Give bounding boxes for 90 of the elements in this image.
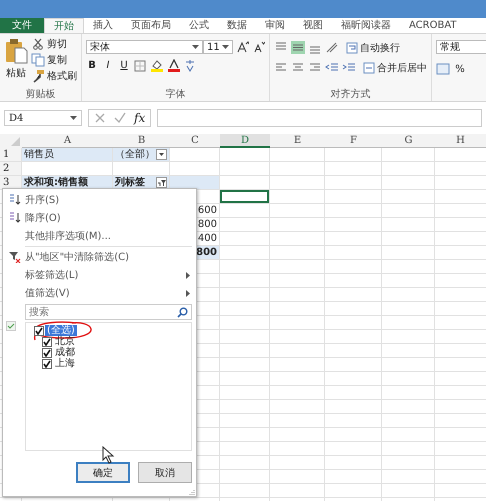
- filter-option[interactable]: 上海: [53, 358, 77, 369]
- insert-function-button[interactable]: fx: [134, 111, 146, 125]
- ok-button[interactable]: 确定: [76, 462, 130, 483]
- merge-center-button[interactable]: 合并后居中: [363, 60, 427, 75]
- scissors-icon: [33, 38, 43, 50]
- cut-button[interactable]: 剪切: [31, 36, 77, 51]
- fill-bucket-icon[interactable]: [150, 59, 164, 72]
- column-header[interactable]: G: [382, 134, 435, 148]
- search-icon: [177, 307, 188, 318]
- number-format-dropdown[interactable]: 常规: [436, 40, 486, 54]
- checkbox[interactable]: [42, 348, 52, 358]
- filter-option[interactable]: 北京: [53, 336, 77, 347]
- borders-icon[interactable]: [134, 60, 146, 72]
- middle-align-icon[interactable]: [291, 41, 305, 54]
- column-header[interactable]: C: [170, 134, 220, 148]
- menu-item[interactable]: 标签筛选(L): [3, 266, 192, 284]
- column-header[interactable]: B: [113, 134, 170, 148]
- merge-icon: [363, 62, 375, 74]
- row-header[interactable]: 1: [0, 148, 21, 161]
- column-header[interactable]: A: [22, 134, 113, 148]
- row-header[interactable]: 2: [0, 162, 21, 175]
- ribbon-tab[interactable]: ACROBAT: [400, 18, 466, 33]
- menu-item[interactable]: 降序(O): [3, 209, 192, 227]
- column-header[interactable]: F: [325, 134, 382, 148]
- table-cell-text: 400: [196, 232, 218, 245]
- grow-font-icon[interactable]: [237, 41, 249, 53]
- dropdown-button-icon[interactable]: [156, 149, 167, 160]
- menu-item[interactable]: 值筛选(V): [3, 284, 192, 302]
- pivot-filter-cell[interactable]: （全部）: [113, 148, 169, 161]
- copy-icon: [31, 52, 45, 66]
- checkbox[interactable]: [42, 358, 52, 368]
- ribbon-tab[interactable]: 公式: [180, 18, 218, 33]
- group-label: 对齐方式: [330, 88, 372, 101]
- column-header[interactable]: D: [220, 134, 270, 148]
- paste-button[interactable]: 粘贴: [4, 36, 28, 88]
- clear-filter-icon: [8, 251, 20, 263]
- group-label: 字体: [164, 88, 186, 101]
- menu-item[interactable]: 升序(S): [3, 191, 192, 209]
- ribbon-tab[interactable]: 数据: [218, 18, 256, 33]
- caret-icon: [192, 45, 199, 49]
- filter-option[interactable]: (全选): [45, 325, 77, 336]
- ribbon-tab[interactable]: 视图: [294, 18, 332, 33]
- font-name-dropdown[interactable]: 宋体: [86, 40, 203, 54]
- clipboard-icon: [4, 38, 28, 64]
- table-cell-text: 600: [196, 204, 218, 217]
- check-icon: [6, 321, 16, 331]
- format-painter-button[interactable]: 格式刷: [31, 68, 77, 83]
- caret-icon: [222, 45, 229, 49]
- shrink-font-icon[interactable]: [253, 41, 265, 53]
- orientation-icon[interactable]: [325, 41, 339, 54]
- menu-item[interactable]: 其他排序选项(M)...: [3, 227, 192, 245]
- row-header[interactable]: 3: [0, 176, 21, 189]
- wrap-text-button[interactable]: 自动换行: [346, 40, 400, 55]
- ribbon-tab[interactable]: 插入: [84, 18, 122, 33]
- ribbon-tab[interactable]: 页面布局: [122, 18, 180, 33]
- caret-icon: [70, 116, 77, 120]
- bold-button[interactable]: B: [86, 60, 98, 71]
- wrap-icon: [346, 42, 358, 54]
- name-box[interactable]: D4: [4, 110, 82, 126]
- phonetic-icon[interactable]: [184, 59, 196, 72]
- table-cell: 求和项:销售额: [22, 176, 112, 189]
- underline-button[interactable]: U: [118, 60, 130, 71]
- brush-icon: [31, 68, 45, 82]
- column-header[interactable]: E: [270, 134, 325, 148]
- filter-option[interactable]: 成都: [53, 347, 77, 358]
- ribbon-tab[interactable]: 开始: [44, 18, 84, 33]
- resize-grip-icon[interactable]: [189, 489, 195, 495]
- sort-descending-icon: [8, 212, 20, 224]
- percent-button[interactable]: %: [454, 64, 466, 74]
- copy-button[interactable]: 复制: [31, 52, 77, 67]
- ribbon-tab[interactable]: 福昕阅读器: [332, 18, 400, 33]
- table-cell-text: 800: [196, 218, 218, 231]
- filter-button-icon[interactable]: [156, 177, 167, 188]
- font-size-dropdown[interactable]: 11: [203, 40, 233, 54]
- formula-input[interactable]: [157, 109, 482, 127]
- shaded-cell: [170, 176, 219, 189]
- ribbon-tab[interactable]: 审阅: [256, 18, 294, 33]
- search-field[interactable]: 搜索: [25, 304, 192, 320]
- checkbox[interactable]: [34, 326, 44, 336]
- group-label: 剪贴板: [24, 88, 56, 101]
- sort-ascending-icon: [8, 194, 20, 206]
- pivot-filter-cell[interactable]: 列标签: [113, 176, 169, 189]
- table-cell: 销售员: [22, 148, 112, 161]
- selected-cell[interactable]: [220, 190, 269, 203]
- cancel-button[interactable]: 取消: [138, 462, 192, 483]
- italic-button[interactable]: I: [102, 60, 114, 71]
- font-color-icon[interactable]: [168, 59, 180, 72]
- column-header[interactable]: H: [435, 134, 486, 148]
- checkbox[interactable]: [42, 336, 52, 346]
- file-tab[interactable]: 文件: [0, 18, 44, 33]
